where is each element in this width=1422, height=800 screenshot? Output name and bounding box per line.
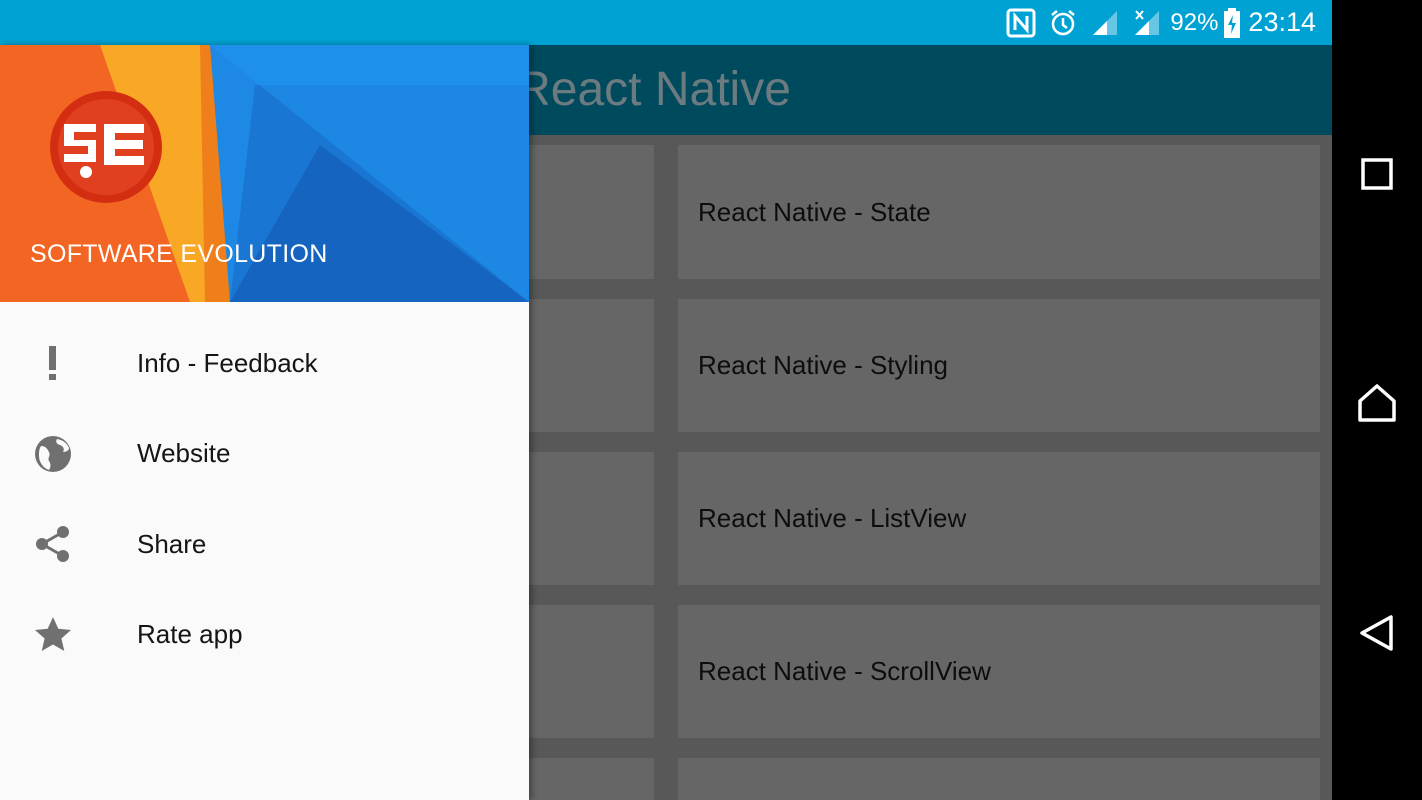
brand-name: SOFTWARE EVOLUTION xyxy=(30,240,328,268)
drawer-item-label: Info - Feedback xyxy=(137,347,318,378)
home-icon xyxy=(1358,384,1396,422)
nfc-icon xyxy=(1004,6,1038,40)
grid-tile[interactable]: React Native - ListView xyxy=(678,452,1320,585)
grid-tile[interactable]: React Native - Styling xyxy=(678,299,1320,432)
recents-button[interactable] xyxy=(1357,154,1397,194)
grid-tile-label: React Native - Styling xyxy=(698,350,948,380)
grid-tile-label: React Native - State xyxy=(698,196,931,227)
drawer-header: SOFTWARE EVOLUTION xyxy=(0,45,529,302)
drawer-item-label: Website xyxy=(137,438,231,469)
star-icon xyxy=(33,615,73,655)
home-button[interactable] xyxy=(1357,383,1397,423)
globe-icon xyxy=(33,434,73,474)
status-bar: 92% 23:14 xyxy=(0,0,1332,45)
drawer-item-info-feedback[interactable]: Info - Feedback xyxy=(0,318,529,409)
alarm-icon xyxy=(1046,6,1080,40)
navigation-drawer: SOFTWARE EVOLUTION Info - Feedback Websi… xyxy=(0,45,529,800)
system-nav-bar xyxy=(1332,0,1422,800)
drawer-item-label: Rate app xyxy=(137,619,243,650)
back-button[interactable] xyxy=(1357,613,1397,653)
signal-no-data-icon xyxy=(1130,6,1164,40)
grid-tile-label: React Native - ScrollView xyxy=(698,656,991,686)
battery-percent: 92% xyxy=(1170,8,1219,36)
battery-charging-icon xyxy=(1222,6,1242,40)
back-icon xyxy=(1360,615,1393,651)
drawer-item-website[interactable]: Website xyxy=(0,409,529,500)
drawer-item-rate-app[interactable]: Rate app xyxy=(0,590,529,681)
grid-tile[interactable] xyxy=(678,758,1320,800)
grid-tile-label: React Native - ListView xyxy=(698,503,967,533)
share-icon xyxy=(33,524,73,564)
app-logo xyxy=(50,91,162,203)
clock: 23:14 xyxy=(1248,7,1316,37)
drawer-menu: Info - Feedback Website Share Rate app xyxy=(0,302,529,680)
signal-icon xyxy=(1088,6,1122,40)
exclamation-icon xyxy=(33,343,73,383)
grid-tile[interactable]: React Native - State xyxy=(678,145,1320,279)
drawer-item-label: Share xyxy=(137,528,207,559)
recents-icon xyxy=(1361,158,1393,190)
grid-tile[interactable]: React Native - ScrollView xyxy=(678,605,1320,738)
drawer-item-share[interactable]: Share xyxy=(0,499,529,590)
